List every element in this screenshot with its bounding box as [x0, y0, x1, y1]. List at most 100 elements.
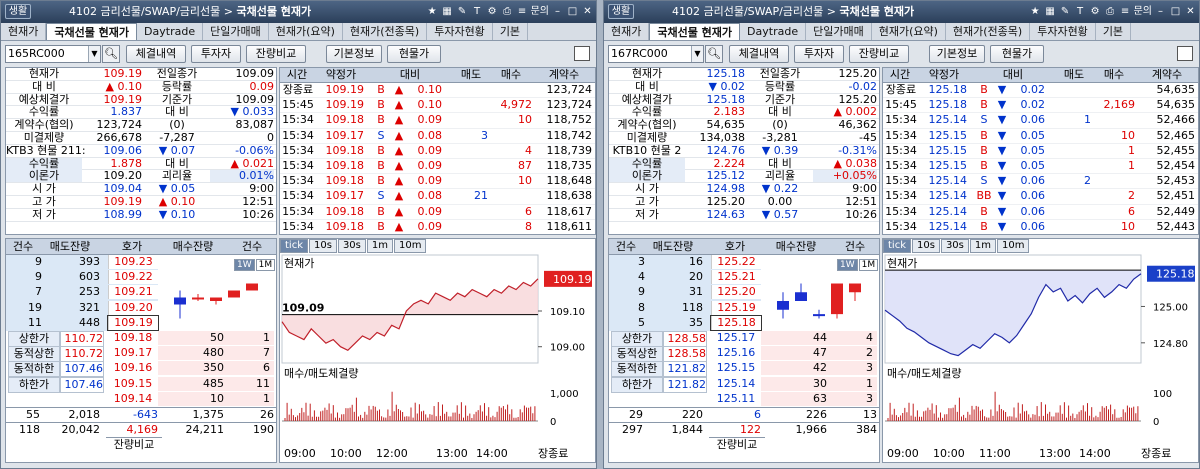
tab-5[interactable]: 현재가(전종목) [946, 23, 1031, 40]
table-settings-icon[interactable] [574, 46, 590, 61]
tab-1[interactable]: 국채선물 현재가 [46, 23, 138, 40]
table-row[interactable]: 15:34 109.18 B ▲ 0.09 10 118,648 [280, 174, 595, 190]
bid-row[interactable]: 125.16 47 2 동적상한 128.58 [609, 346, 879, 363]
star-icon[interactable]: ★ [1029, 4, 1042, 19]
gear-icon[interactable]: ⚙ [1089, 4, 1102, 19]
star-icon[interactable]: ★ [426, 4, 439, 19]
trade-history-button[interactable]: 체결내역 [126, 45, 186, 63]
ask-row[interactable]: 11 448 109.19 [6, 314, 159, 331]
search-icon[interactable]: 🔍︎ [705, 45, 723, 63]
basic-info-button[interactable]: 기본정보 [326, 45, 382, 63]
spot-price-button[interactable]: 현물가 [990, 45, 1044, 63]
tab-0[interactable]: 현재가 [1, 23, 47, 40]
tab-3[interactable]: 단일가매매 [806, 23, 872, 40]
bid-row[interactable]: 109.15 485 11 하한가 107.46 [6, 376, 276, 393]
tab-2[interactable]: Daytrade [137, 23, 204, 40]
ask-row[interactable]: 9 31 125.20 [609, 285, 761, 301]
chart-tab-tick[interactable]: tick [883, 239, 911, 253]
grid-icon[interactable]: ▦ [441, 4, 454, 19]
table-row[interactable]: 15:34 125.15 B ▼ 0.05 1 52,455 [883, 144, 1198, 159]
print-icon[interactable]: ⎙ [1104, 4, 1117, 19]
minimize-icon[interactable]: – [1154, 4, 1167, 19]
ask-row[interactable]: 3 16 125.22 [609, 255, 761, 271]
chart-tab-30s[interactable]: 30s [940, 239, 969, 253]
ask-row[interactable]: 4 20 125.21 [609, 270, 761, 286]
chart-tab-30s[interactable]: 30s [337, 239, 366, 253]
table-row[interactable]: 15:34 109.17 S ▲ 0.08 21 118,638 [280, 189, 595, 205]
title-bar[interactable]: 생활 4102 금리선물/SWAP/금리선물 > 국채선물 현재가 ★ ▦ ✎ … [1, 1, 596, 23]
period-toggle[interactable]: 1W 1M [837, 259, 879, 271]
close-icon[interactable]: ✕ [581, 4, 594, 19]
table-row[interactable]: 장종료 125.18 B ▼ 0.02 54,635 [883, 83, 1198, 99]
tab-4[interactable]: 현재가(요약) [269, 23, 343, 40]
period-1m[interactable]: 1M [858, 259, 879, 271]
chart-tab-tick[interactable]: tick [280, 239, 308, 253]
table-row[interactable]: 15:34 109.18 B ▲ 0.09 4 118,739 [280, 144, 595, 159]
chart-tab-10s[interactable]: 10s [912, 239, 940, 253]
gear-icon[interactable]: ⚙ [486, 4, 499, 19]
chart-tab-10m[interactable]: 10m [393, 239, 427, 253]
chart-tab-1m[interactable]: 1m [969, 239, 996, 253]
table-row[interactable]: 15:34 109.18 B ▲ 0.09 87 118,735 [280, 159, 595, 175]
table-row[interactable]: 15:34 125.15 B ▼ 0.05 1 52,454 [883, 159, 1198, 175]
tab-7[interactable]: 기본 [1096, 23, 1132, 40]
tab-4[interactable]: 현재가(요약) [872, 23, 946, 40]
tab-1[interactable]: 국채선물 현재가 [649, 23, 741, 40]
table-row[interactable]: 장종료 109.19 B ▲ 0.10 123,724 [280, 83, 595, 99]
ask-row[interactable]: 9 393 109.23 [6, 255, 158, 271]
trade-history-button[interactable]: 체결내역 [729, 45, 789, 63]
print-icon[interactable]: ⎙ [501, 4, 514, 19]
chevron-down-icon[interactable]: ▼ [88, 46, 100, 62]
list-icon[interactable]: ≡ [1119, 4, 1132, 19]
tab-5[interactable]: 현재가(전종목) [343, 23, 428, 40]
symbol-code-input[interactable]: 165RC000 ▼ [5, 45, 101, 63]
investor-button[interactable]: 투자자 [794, 45, 844, 63]
maximize-icon[interactable]: □ [566, 4, 579, 19]
pencil-icon[interactable]: ✎ [456, 4, 469, 19]
table-row[interactable]: 15:34 125.14 B ▼ 0.06 6 52,449 [883, 205, 1198, 220]
table-row[interactable]: 15:34 125.14 B ▼ 0.06 10 52,443 [883, 220, 1198, 234]
ask-row[interactable]: 7 253 109.21 [6, 285, 158, 301]
tab-7[interactable]: 기본 [493, 23, 529, 40]
table-row[interactable]: 15:34 109.18 B ▲ 0.09 8 118,611 [280, 220, 595, 234]
table-settings-icon[interactable] [1177, 46, 1193, 61]
search-icon[interactable]: 🔍︎ [102, 45, 120, 63]
chart-tab-10m[interactable]: 10m [996, 239, 1030, 253]
pencil-icon[interactable]: ✎ [1059, 4, 1072, 19]
minimize-icon[interactable]: – [551, 4, 564, 19]
table-row[interactable]: 15:34 109.18 B ▲ 0.09 6 118,617 [280, 205, 595, 220]
bid-row[interactable]: 125.15 42 3 동적하한 121.82 [609, 361, 879, 378]
period-toggle[interactable]: 1W 1M [234, 259, 276, 271]
bid-row[interactable]: 109.16 350 6 동적하한 107.46 [6, 361, 276, 378]
table-row[interactable]: 15:34 125.14 BB ▼ 0.06 2 52,451 [883, 189, 1198, 205]
tab-6[interactable]: 투자자현황 [427, 23, 493, 40]
text-icon[interactable]: T [1074, 4, 1087, 19]
bid-row[interactable]: 125.14 30 1 하한가 121.82 [609, 376, 879, 393]
table-row[interactable]: 15:45 109.19 B ▲ 0.10 4,972 123,724 [280, 98, 595, 114]
volume-compare-button[interactable]: 잔량비교 [246, 45, 306, 63]
basic-info-button[interactable]: 기본정보 [929, 45, 985, 63]
volume-compare-button[interactable]: 잔량비교 [849, 45, 909, 63]
help-icon[interactable]: 문의 [1134, 4, 1152, 19]
table-row[interactable]: 15:34 125.14 S ▼ 0.06 2 52,453 [883, 174, 1198, 190]
ask-row[interactable]: 19 321 109.20 [6, 300, 158, 316]
table-row[interactable]: 15:45 125.18 B ▼ 0.02 2,169 54,635 [883, 98, 1198, 114]
period-1m[interactable]: 1M [255, 259, 276, 271]
period-1w[interactable]: 1W [837, 259, 858, 271]
text-icon[interactable]: T [471, 4, 484, 19]
bid-row[interactable]: 125.11 63 3 [609, 391, 879, 407]
close-icon[interactable]: ✕ [1184, 4, 1197, 19]
title-bar[interactable]: 생활 4102 금리선물/SWAP/금리선물 > 국채선물 현재가 ★ ▦ ✎ … [604, 1, 1199, 23]
table-row[interactable]: 15:34 109.17 S ▲ 0.08 3 118,742 [280, 129, 595, 144]
ask-row[interactable]: 8 118 125.19 [609, 300, 761, 316]
tab-2[interactable]: Daytrade [740, 23, 807, 40]
table-row[interactable]: 15:34 125.15 B ▼ 0.05 10 52,465 [883, 129, 1198, 144]
chart-tab-1m[interactable]: 1m [366, 239, 393, 253]
volume-compare-label[interactable]: 잔량비교 [609, 437, 879, 452]
chart-tab-10s[interactable]: 10s [309, 239, 337, 253]
maximize-icon[interactable]: □ [1169, 4, 1182, 19]
bid-row[interactable]: 109.17 480 7 동적상한 110.72 [6, 346, 276, 363]
bid-row[interactable]: 109.14 10 1 [6, 391, 276, 407]
ask-row[interactable]: 9 603 109.22 [6, 270, 158, 286]
volume-compare-label[interactable]: 잔량비교 [6, 437, 276, 452]
